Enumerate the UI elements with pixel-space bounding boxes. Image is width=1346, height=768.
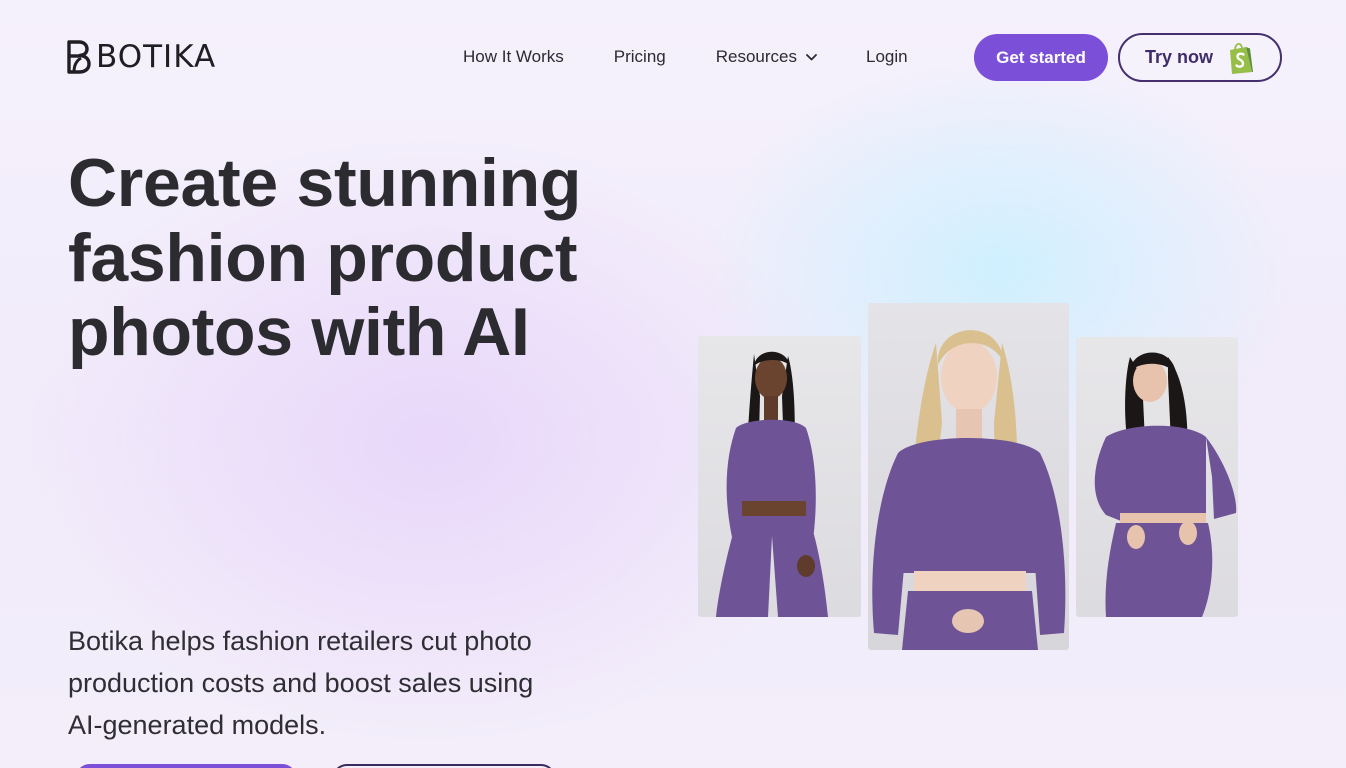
model-photo-right [1076, 337, 1238, 617]
hero-subtitle: Botika helps fashion retailers cut photo… [68, 626, 534, 740]
try-now-label: Try now [1145, 47, 1214, 67]
nav-link-how-it-works[interactable]: How It Works [463, 47, 564, 67]
model-photo-center [868, 303, 1069, 650]
nav-link-login[interactable]: Login [866, 47, 908, 67]
model-photo-icon [1094, 352, 1237, 617]
botika-logo[interactable]: BOTIKA [66, 40, 216, 74]
get-started-button[interactable]: Get started [974, 34, 1108, 81]
nav-link-resources[interactable]: Resources [716, 47, 817, 67]
primary-cta-button[interactable] [75, 764, 297, 768]
model-photo-icon [716, 351, 828, 617]
top-navigation: BOTIKA How It Works Pricing Resources Lo… [0, 0, 1346, 114]
secondary-cta-button[interactable] [332, 764, 556, 768]
shopify-bag-icon [1230, 43, 1253, 74]
nav-link-resources-label: Resources [715, 47, 797, 66]
model-photo-left [698, 336, 861, 617]
try-now-button[interactable]: Try now [1118, 33, 1282, 82]
model-photo-icon [872, 330, 1066, 650]
chevron-down-icon [806, 53, 817, 60]
nav-link-pricing[interactable]: Pricing [614, 47, 666, 67]
nav-links: How It Works Pricing Resources Login [463, 46, 908, 68]
botika-b-mark-icon [67, 40, 91, 74]
hero-title: Create stunning fashion product photos w… [68, 145, 582, 370]
brand-name: BOTIKA [96, 38, 217, 75]
